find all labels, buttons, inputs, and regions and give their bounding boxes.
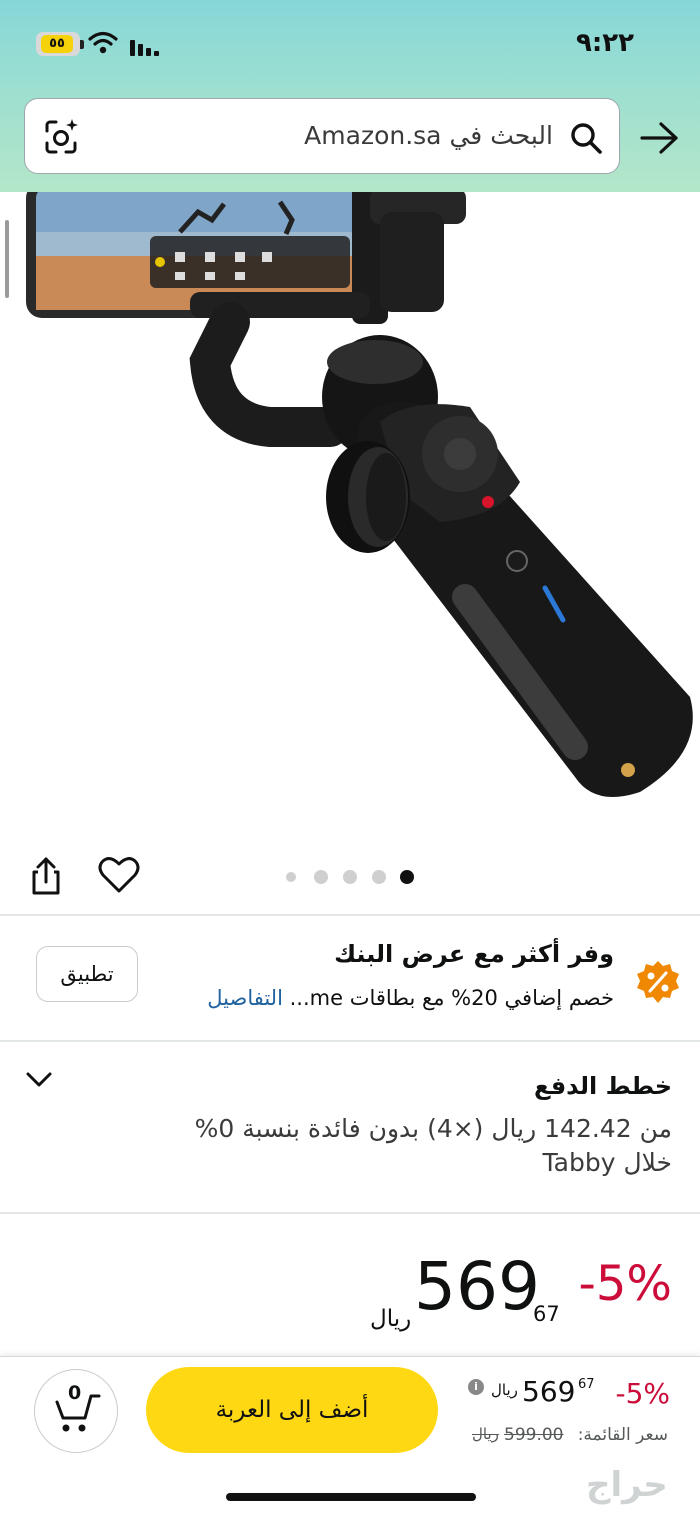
bank-offer-title: وفر أكثر مع عرض البنك [334,940,614,968]
add-to-cart-button[interactable]: أضف إلى العربة [146,1367,438,1453]
bar-price-whole: 569 [522,1375,576,1408]
divider [0,1040,700,1042]
price-currency: ريال [370,1306,412,1332]
battery-indicator: ٥٥ [36,32,80,56]
watermark-logo: حراج [586,1465,668,1505]
payment-plans-title[interactable]: خطط الدفع [534,1072,672,1100]
cellular-signal-icon [130,38,160,56]
list-price-label: سعر القائمة: [577,1425,668,1445]
bank-offer-text: خصم إضافي 20% مع بطاقات me... [289,986,614,1010]
share-icon[interactable] [26,856,66,896]
payment-plans-description: من 142.42 ريال (×4) بدون فائدة بنسبة 0% … [194,1114,672,1177]
apply-offer-button[interactable]: تطبيق [36,946,138,1002]
product-image[interactable] [0,192,700,832]
pagination-dot[interactable] [372,870,386,884]
info-icon[interactable]: i [468,1379,484,1395]
price-whole: 569 [414,1248,540,1325]
camera-lens-icon[interactable] [39,115,83,159]
list-price-value: 599.00 [504,1425,564,1445]
heart-icon[interactable] [98,856,140,894]
pagination-dot[interactable] [343,870,357,884]
battery-tip [80,40,84,49]
header: ٥٥ ٩:٢٢ البحث في Amazon.sa [0,0,700,192]
discount-percentage: -5% [578,1256,672,1312]
pagination-dot[interactable] [314,870,328,884]
sticky-buy-bar: 0 أضف إلى العربة -5% 67 569 ريال i سعر ا… [0,1356,700,1515]
bar-price-fraction: 67 [578,1377,595,1392]
image-actions-row [0,838,700,914]
cart-button[interactable]: 0 [34,1369,118,1453]
search-input[interactable]: البحث في Amazon.sa [304,121,553,150]
back-arrow-icon[interactable] [640,120,680,156]
battery-level: ٥٥ [41,35,73,53]
search-icon [571,123,602,154]
search-bar[interactable]: البحث في Amazon.sa [24,98,620,174]
gimbal-illustration [26,192,693,797]
status-time: ٩:٢٢ [575,28,634,58]
list-price-currency: ريال [472,1425,499,1443]
pagination-dot[interactable] [286,872,296,882]
scroll-indicator [5,220,9,298]
bank-offer-description: خصم إضافي 20% مع بطاقات me... التفاصيل [207,986,614,1010]
image-pagination-dots[interactable] [282,868,422,884]
home-indicator[interactable] [226,1493,476,1501]
bar-discount: -5% [615,1377,670,1410]
bank-offer-details-link[interactable]: التفاصيل [207,986,283,1010]
divider [0,1212,700,1214]
divider [0,914,700,916]
wifi-icon [88,31,118,54]
percent-badge-icon [637,961,679,1003]
pagination-dot-active[interactable] [400,870,414,884]
cart-count: 0 [68,1382,82,1404]
bar-price-currency: ريال [491,1381,518,1399]
chevron-down-icon[interactable] [24,1066,54,1094]
